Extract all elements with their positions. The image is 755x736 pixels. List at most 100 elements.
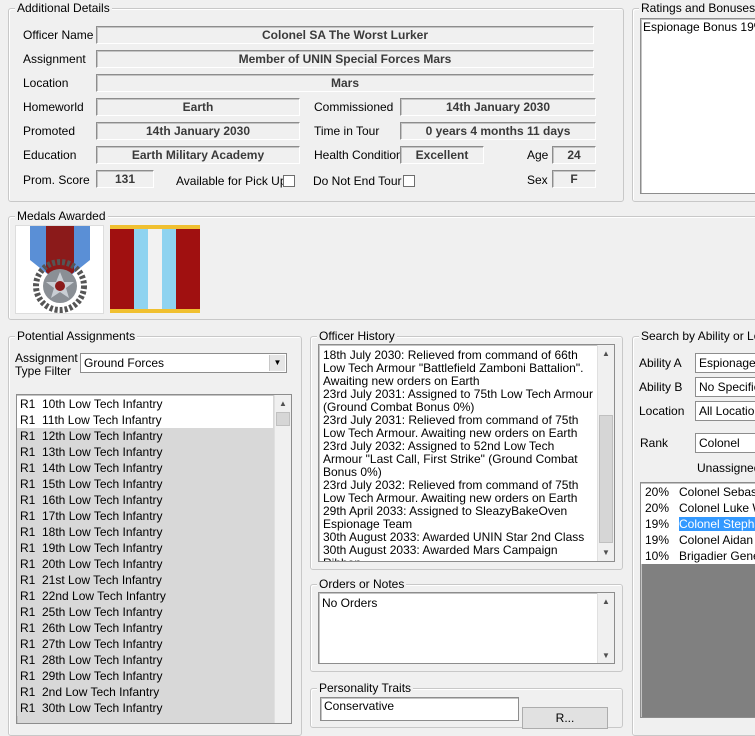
ratings-item: Espionage Bonus 19% [643, 20, 755, 34]
assignment-list-item[interactable]: R1 12th Low Tech Infantry [17, 428, 273, 444]
ratings-list[interactable]: Espionage Bonus 19% [640, 18, 755, 194]
history-entry: 23rd July 2032: Assigned to 52nd Low Tec… [323, 439, 578, 479]
assignment-list-item[interactable]: R1 19th Low Tech Infantry [17, 540, 273, 556]
assignment-list-item[interactable]: R1 28th Low Tech Infantry [17, 652, 273, 668]
promoted-value: 14th January 2030 [96, 122, 300, 140]
ability-b-value: No Specific [699, 380, 755, 394]
history-scrollbar[interactable]: ▲ ▼ [597, 345, 614, 561]
assignment-rank: R1 [20, 573, 36, 587]
ability-a-select[interactable]: Espionage B [695, 353, 755, 373]
ability-a-label: Ability A [639, 356, 682, 370]
assignment-rank: R1 [20, 429, 36, 443]
do-not-end-tour-label: Do Not End Tour [313, 174, 402, 188]
search-title: Search by Ability or Loca [639, 329, 755, 343]
scroll-down-icon[interactable]: ▼ [598, 647, 614, 663]
unassigned-label: Unassigned [697, 461, 755, 475]
assignment-label: Assignment [23, 52, 86, 66]
assignments-list[interactable]: R1 10th Low Tech Infantry R1 11th Low Tech … [16, 394, 292, 724]
assignment-list-item[interactable]: R1 22nd Low Tech Infantry [17, 588, 273, 604]
search-result-item[interactable]: 10% Brigadier Genera [641, 548, 755, 564]
commissioned-label: Commissioned [314, 100, 394, 114]
assignment-value: Member of UNIN Special Forces Mars [96, 50, 594, 68]
assignment-name: 25th Low Tech Infantry [42, 605, 163, 619]
unin-star-medal-icon[interactable] [15, 225, 104, 314]
assignment-list-item[interactable]: R1 20th Low Tech Infantry [17, 556, 273, 572]
assignment-list-item[interactable]: R1 25th Low Tech Infantry [17, 604, 273, 620]
assignment-list-item[interactable]: R1 2nd Low Tech Infantry [17, 684, 273, 700]
orders-scrollbar[interactable]: ▲ ▼ [597, 593, 614, 663]
scroll-up-icon[interactable]: ▲ [598, 593, 614, 609]
search-result-item[interactable]: 19% Colonel Aidan W [641, 532, 755, 548]
search-result-pct: 19% [645, 517, 670, 531]
type-filter-value: Ground Forces [84, 356, 165, 370]
assignment-name: 20th Low Tech Infantry [42, 557, 163, 571]
officer-name-label: Officer Name [23, 28, 94, 42]
assignment-list-item[interactable]: R1 21st Low Tech Infantry [17, 572, 273, 588]
ability-b-select[interactable]: No Specific [695, 377, 755, 397]
history-entry: 23rd July 2031: Relieved from command of… [323, 413, 579, 440]
assignment-list-item[interactable]: R1 27th Low Tech Infantry [17, 636, 273, 652]
chevron-down-icon[interactable]: ▼ [269, 355, 285, 371]
sex-label: Sex [527, 173, 548, 187]
location-filter-select[interactable]: All Locations [695, 401, 755, 421]
assignment-rank: R1 [20, 637, 36, 651]
personality-item: Conservative [324, 699, 395, 713]
assignment-list-item[interactable]: R1 10th Low Tech Infantry [17, 396, 273, 412]
assignment-name: 29th Low Tech Infantry [42, 669, 163, 683]
location-value: Mars [96, 74, 594, 92]
assignment-list-item[interactable]: R1 26th Low Tech Infantry [17, 620, 273, 636]
search-result-item[interactable]: 20% Colonel Sebastia [641, 484, 755, 500]
assignment-name: 30th Low Tech Infantry [42, 701, 163, 715]
assignment-name: 28th Low Tech Infantry [42, 653, 163, 667]
orders-text[interactable]: No Orders ▲ ▼ [318, 592, 615, 664]
assignment-list-item[interactable]: R1 15th Low Tech Infantry [17, 476, 273, 492]
search-result-pct: 19% [645, 533, 670, 547]
ability-b-label: Ability B [639, 380, 683, 394]
assignment-rank: R1 [20, 589, 36, 603]
officer-history-text[interactable]: 18th July 2030: Relieved from command of… [318, 344, 615, 562]
assignment-name: 22nd Low Tech Infantry [42, 589, 166, 603]
assignment-list-item[interactable]: R1 11th Low Tech Infantry [17, 412, 273, 428]
assignment-list-item[interactable]: R1 30th Low Tech Infantry [17, 700, 273, 716]
location-filter-value: All Locations [699, 404, 755, 418]
history-entry: 23rd July 2031: Assigned to 75th Low Tec… [323, 387, 593, 414]
assignments-scrollbar[interactable]: ▲ [274, 395, 291, 723]
type-filter-select[interactable]: Ground Forces ▼ [80, 353, 287, 373]
assignment-name: 17th Low Tech Infantry [42, 509, 163, 523]
search-result-pct: 20% [645, 485, 670, 499]
assignment-list-item[interactable]: R1 13th Low Tech Infantry [17, 444, 273, 460]
assignment-rank: R1 [20, 701, 36, 715]
mars-campaign-ribbon-icon[interactable] [110, 225, 200, 313]
rank-select[interactable]: Colonel [695, 433, 755, 453]
personality-list[interactable]: Conservative [320, 697, 519, 721]
scroll-up-icon[interactable]: ▲ [598, 345, 614, 361]
assignment-list-item[interactable]: R1 16th Low Tech Infantry [17, 492, 273, 508]
health-value: Excellent [400, 146, 484, 164]
scrollbar-thumb[interactable] [276, 412, 290, 426]
assignment-list-item[interactable]: R1 14th Low Tech Infantry [17, 460, 273, 476]
assignment-rank: R1 [20, 541, 36, 555]
search-results-list[interactable]: 20% Colonel Sebastia 20% Colonel Luke W 19% C… [640, 482, 755, 718]
scroll-up-icon[interactable]: ▲ [275, 395, 291, 411]
time-in-tour-label: Time in Tour [314, 124, 380, 138]
assignment-name: 13th Low Tech Infantry [42, 445, 163, 459]
scrollbar-thumb[interactable] [599, 415, 613, 543]
assignment-name: 11th Low Tech Infantry [42, 413, 162, 427]
assignment-name: 19th Low Tech Infantry [42, 541, 163, 555]
assignment-rank: R1 [20, 445, 36, 459]
sex-value: F [552, 170, 596, 188]
scroll-down-icon[interactable]: ▼ [598, 544, 614, 560]
assignment-rank: R1 [20, 685, 36, 699]
assignment-list-item[interactable]: R1 17th Low Tech Infantry [17, 508, 273, 524]
search-result-item[interactable]: 19% Colonel Stephan [641, 516, 755, 532]
search-result-item[interactable]: 20% Colonel Luke W [641, 500, 755, 516]
assignment-list-item[interactable]: R1 29th Low Tech Infantry [17, 668, 273, 684]
personality-button[interactable]: R... [522, 707, 608, 729]
do-not-end-tour-checkbox[interactable] [403, 175, 415, 187]
assignment-list-item[interactable]: R1 18th Low Tech Infantry [17, 524, 273, 540]
pickup-label: Available for Pick Up [176, 174, 287, 188]
pickup-checkbox[interactable] [283, 175, 295, 187]
prom-score-value: 131 [96, 170, 154, 188]
personality-title: Personality Traits [317, 681, 414, 695]
time-in-tour-value: 0 years 4 months 11 days [400, 122, 596, 140]
